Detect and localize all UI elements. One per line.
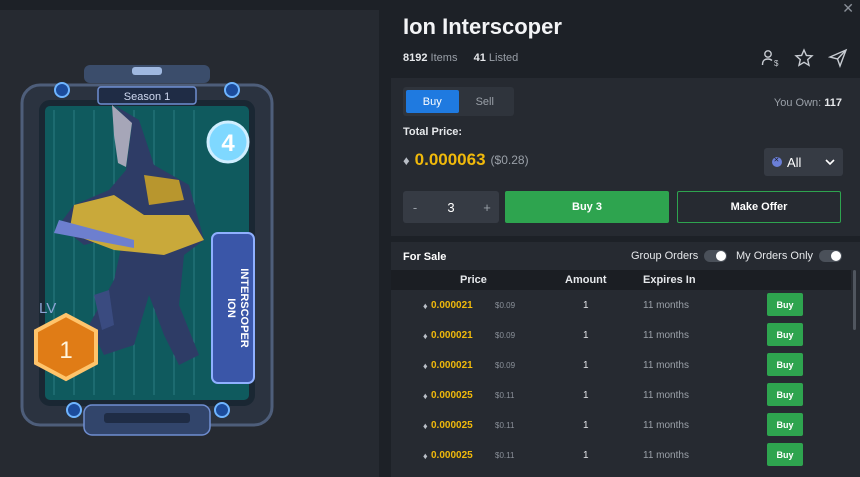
make-offer-button[interactable]: Make Offer: [677, 191, 841, 223]
column-amount: Amount: [565, 274, 607, 286]
quantity-input[interactable]: 3: [427, 200, 475, 215]
row-expires: 11 months: [643, 420, 689, 431]
purchase-panel: Buy Sell You Own: 117 Total Price: ♦ 0.0…: [391, 78, 860, 236]
my-orders-toggle-wrap: My Orders Only: [736, 250, 843, 262]
tab-buy[interactable]: Buy: [406, 90, 459, 113]
scrollbar[interactable]: [853, 270, 856, 330]
quantity-stepper: - 3 +: [403, 191, 499, 223]
eth-icon: ♦: [423, 331, 428, 341]
eth-icon: ♦: [423, 301, 428, 311]
items-label: Items: [430, 52, 458, 64]
table-row: ♦ 0.000025 $0.11 1 11 months Buy: [391, 381, 851, 411]
item-stats: 8192 Items 41 Listed: [403, 52, 518, 64]
row-amount: 1: [583, 330, 589, 341]
row-buy-button[interactable]: Buy: [767, 413, 803, 436]
row-amount: 1: [583, 360, 589, 371]
eth-icon: ♦: [403, 152, 410, 168]
group-orders-label: Group Orders: [631, 250, 699, 262]
row-expires: 11 months: [643, 390, 689, 401]
table-row: ♦ 0.000025 $0.11 1 11 months Buy: [391, 441, 851, 471]
owners-icon[interactable]: $: [760, 48, 780, 68]
column-price: Price: [460, 274, 487, 286]
buy-sell-toggle: Buy Sell: [403, 87, 514, 116]
you-own-value: 117: [824, 97, 842, 109]
svg-text:LV: LV: [39, 300, 56, 317]
row-buy-button[interactable]: Buy: [767, 353, 803, 376]
row-expires: 11 months: [643, 300, 689, 311]
my-orders-label: My Orders Only: [736, 250, 814, 262]
tab-sell[interactable]: Sell: [459, 90, 512, 113]
row-price: 0.000021: [431, 360, 473, 371]
send-icon[interactable]: [828, 48, 848, 68]
close-icon[interactable]: ✕: [842, 0, 854, 17]
row-usd: $0.09: [495, 301, 516, 310]
row-usd: $0.11: [495, 421, 515, 430]
increment-button[interactable]: +: [475, 200, 499, 215]
row-price: 0.000025: [431, 420, 473, 431]
eth-icon: ♦: [423, 421, 428, 431]
chevron-down-icon: [825, 159, 835, 166]
row-buy-button[interactable]: Buy: [767, 293, 803, 316]
row-expires: 11 months: [643, 330, 689, 341]
row-usd: $0.11: [495, 451, 515, 460]
eth-icon: ♦: [423, 361, 428, 371]
currency-coin-icon: [772, 156, 782, 167]
row-usd: $0.11: [495, 391, 515, 400]
total-price-usd: ($0.28): [490, 153, 529, 167]
items-count: 8192: [403, 52, 428, 64]
listed-label: Listed: [488, 52, 519, 64]
row-buy-button[interactable]: Buy: [767, 443, 803, 466]
you-own-label: You Own:: [773, 97, 822, 109]
row-usd: $0.09: [495, 361, 516, 370]
table-row: ♦ 0.000021 $0.09 1 11 months Buy: [391, 351, 851, 381]
row-price: 0.000025: [431, 390, 473, 401]
row-usd: $0.09: [495, 331, 516, 340]
total-price: ♦ 0.000063 ($0.28): [403, 150, 529, 170]
svg-text:Season 1: Season 1: [124, 91, 170, 103]
header-actions: $: [760, 48, 848, 68]
decrement-button[interactable]: -: [403, 200, 427, 215]
row-amount: 1: [583, 390, 589, 401]
svg-text:4: 4: [221, 130, 235, 157]
table-row: ♦ 0.000025 $0.11 1 11 months Buy: [391, 411, 851, 441]
row-buy-button[interactable]: Buy: [767, 323, 803, 346]
table-header: Price Amount Expires In: [391, 270, 851, 290]
row-expires: 11 months: [643, 360, 689, 371]
total-price-label: Total Price:: [403, 126, 463, 138]
my-orders-toggle[interactable]: [819, 250, 843, 262]
you-own: You Own: 117: [774, 97, 842, 109]
currency-select[interactable]: All: [764, 148, 843, 176]
table-row: ♦ 0.000021 $0.09 1 11 months Buy: [391, 321, 851, 351]
row-expires: 11 months: [643, 450, 689, 461]
item-detail-panel: ✕ Ion Interscoper 8192 Items 41 Listed $…: [391, 0, 860, 477]
for-sale-title: For Sale: [403, 251, 447, 263]
row-amount: 1: [583, 300, 589, 311]
svg-text:ION: ION: [225, 298, 237, 318]
eth-icon: ♦: [423, 451, 428, 461]
total-price-value: 0.000063: [414, 150, 486, 169]
row-amount: 1: [583, 420, 589, 431]
row-amount: 1: [583, 450, 589, 461]
row-price: 0.000021: [431, 300, 473, 311]
card-preview-panel: Season 1 4 ION INTERSCOPER LV 1: [0, 10, 379, 477]
row-price: 0.000025: [431, 450, 473, 461]
column-expires: Expires In: [643, 274, 696, 286]
character-card: Season 1 4 ION INTERSCOPER LV 1: [20, 65, 274, 436]
row-buy-button[interactable]: Buy: [767, 383, 803, 406]
table-row: ♦ 0.000021 $0.09 1 11 months Buy: [391, 291, 851, 321]
svg-text:$: $: [774, 59, 779, 68]
group-orders-toggle[interactable]: [704, 250, 728, 262]
for-sale-panel: For Sale Group Orders My Orders Only Pri…: [391, 242, 860, 477]
svg-text:1: 1: [59, 337, 72, 364]
row-price: 0.000021: [431, 330, 473, 341]
group-orders-toggle-wrap: Group Orders: [631, 250, 728, 262]
svg-text:INTERSCOPER: INTERSCOPER: [238, 268, 250, 348]
star-icon[interactable]: [794, 48, 814, 68]
buy-button[interactable]: Buy 3: [505, 191, 669, 223]
currency-value: All: [787, 154, 802, 170]
item-title: Ion Interscoper: [403, 14, 562, 39]
listed-count: 41: [473, 52, 486, 64]
eth-icon: ♦: [423, 391, 428, 401]
